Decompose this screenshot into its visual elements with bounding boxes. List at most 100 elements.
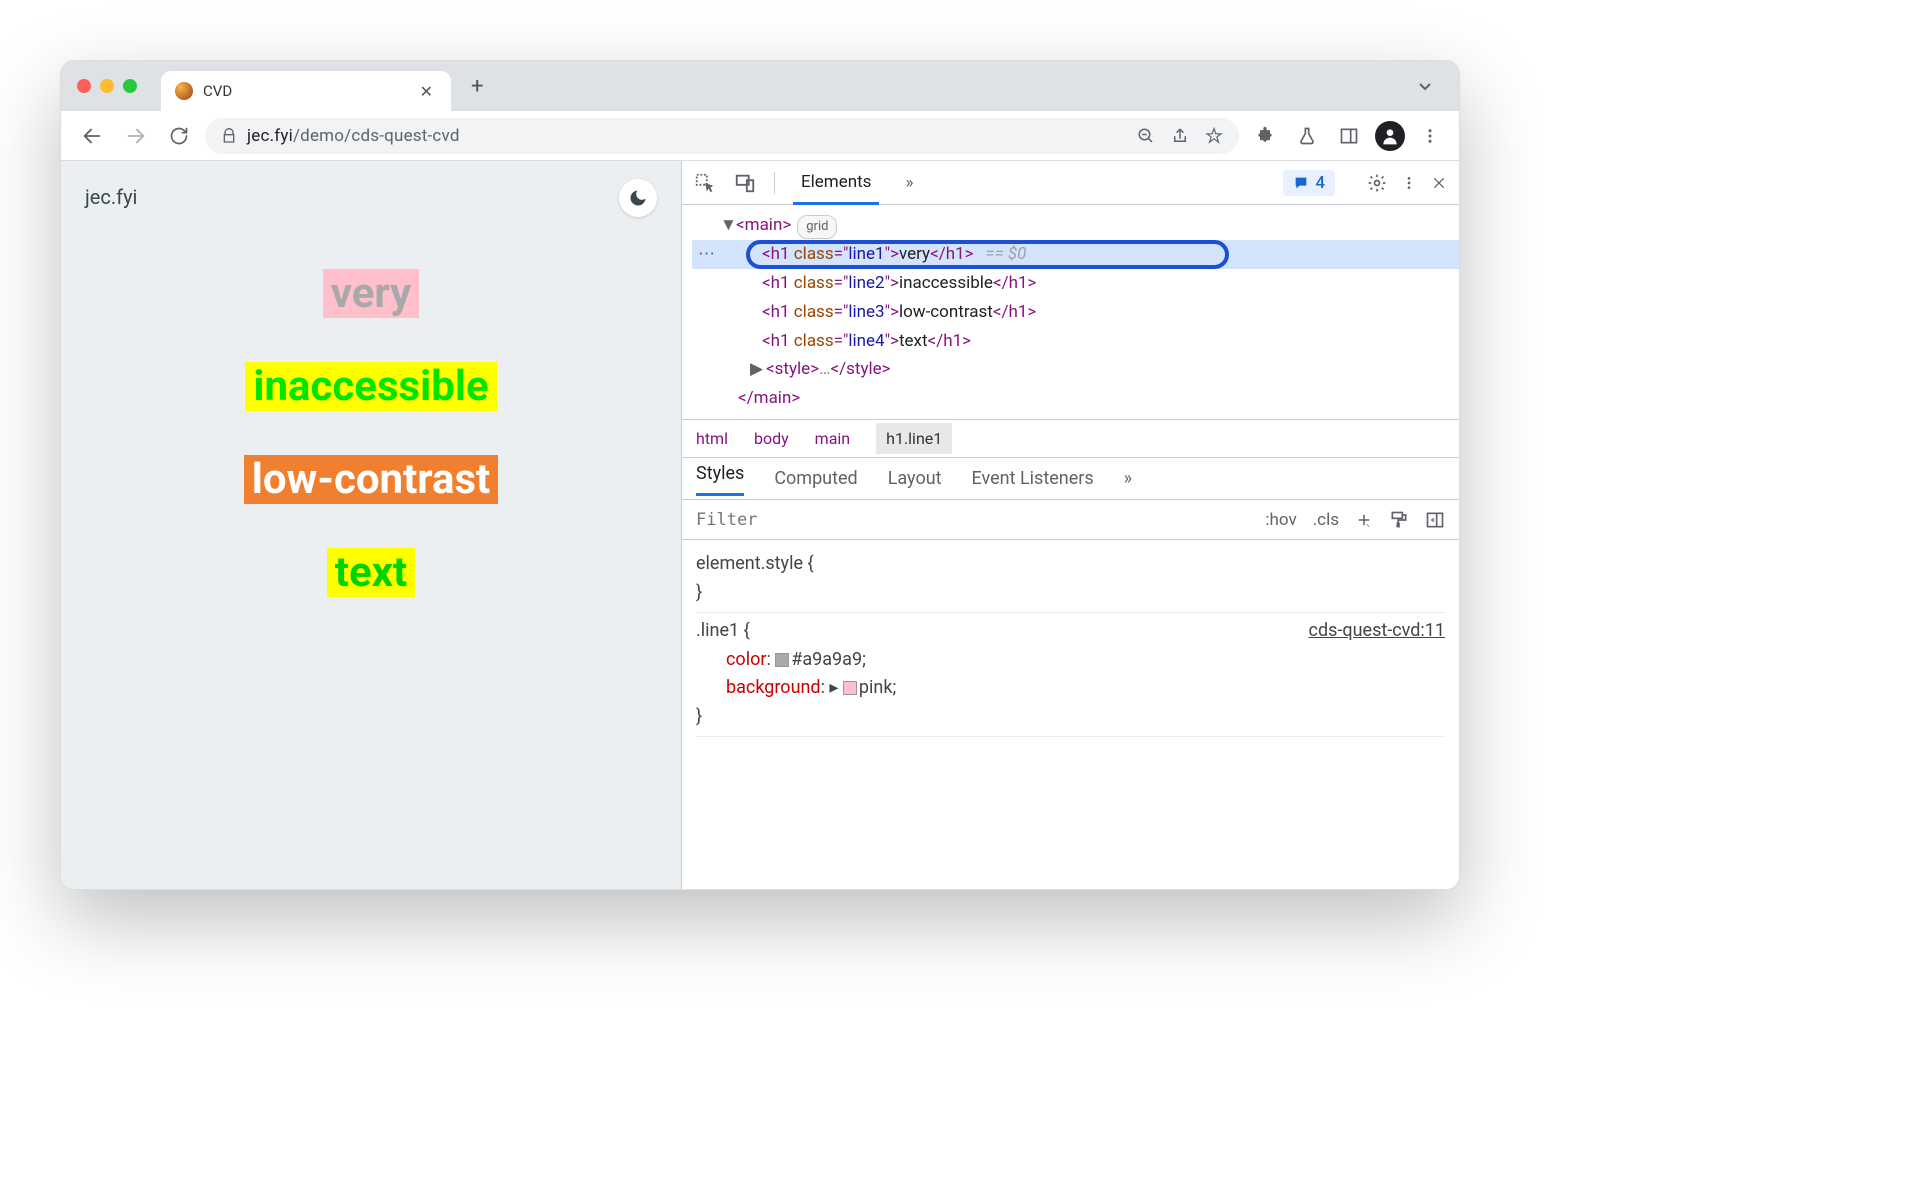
tab-eventlisteners[interactable]: Event Listeners (972, 468, 1094, 489)
close-devtools-button[interactable] (1431, 175, 1447, 191)
styles-filter-bar: :hov .cls (682, 500, 1459, 540)
color-swatch-icon[interactable] (843, 681, 857, 695)
favicon-icon (175, 82, 193, 100)
computed-panel-button[interactable] (1425, 510, 1445, 530)
toolbar: jec.fyi/demo/cds-quest-cvd (61, 111, 1459, 161)
paint-button[interactable] (1389, 510, 1409, 530)
tab-layout[interactable]: Layout (888, 468, 942, 489)
inspect-button[interactable] (694, 172, 716, 194)
line3-heading: low-contrast (244, 455, 499, 504)
crumb-main[interactable]: main (815, 429, 850, 448)
breadcrumbs: html body main h1.line1 (682, 420, 1459, 458)
dom-style[interactable]: ▶<style>…</style> (692, 355, 1459, 384)
plus-icon (1355, 511, 1373, 529)
tab-more[interactable]: » (897, 163, 921, 203)
class-toggle[interactable]: .cls (1313, 510, 1339, 530)
menu-button[interactable] (1415, 121, 1445, 151)
source-link[interactable]: cds-quest-cvd:11 (1309, 617, 1445, 646)
address-bar[interactable]: jec.fyi/demo/cds-quest-cvd (205, 118, 1239, 154)
user-icon (1380, 126, 1400, 146)
panel-icon (1339, 126, 1359, 146)
hover-toggle[interactable]: :hov (1265, 510, 1296, 530)
close-window-button[interactable] (77, 79, 91, 93)
devtools-menu-button[interactable] (1401, 175, 1417, 191)
content-area: jec.fyi very inaccessible low-contrast t… (61, 161, 1459, 889)
zoom-icon[interactable] (1137, 127, 1155, 145)
gear-icon (1367, 173, 1387, 193)
tab-dropdown-button[interactable] (1407, 78, 1443, 94)
reload-button[interactable] (163, 120, 195, 152)
window-controls (77, 79, 137, 93)
element-style-rule[interactable]: element.style { } (696, 546, 1445, 613)
line2-heading: inaccessible (245, 362, 496, 411)
tab-strip: CVD ✕ + (61, 61, 1459, 111)
chevron-down-icon (1417, 78, 1433, 94)
line1-rule[interactable]: .line1 {cds-quest-cvd:11 color: #a9a9a9;… (696, 613, 1445, 737)
browser-tab[interactable]: CVD ✕ (161, 71, 451, 111)
close-tab-button[interactable]: ✕ (416, 82, 437, 101)
arrow-right-icon (125, 125, 147, 147)
issues-button[interactable]: 4 (1283, 170, 1335, 196)
bookmark-icon[interactable] (1205, 127, 1223, 145)
extensions-button[interactable] (1249, 120, 1281, 152)
arrow-left-icon (81, 125, 103, 147)
flask-icon (1297, 126, 1317, 146)
panel-right-icon (1425, 510, 1445, 530)
selection-ring (746, 240, 1229, 269)
row-actions-icon[interactable]: ⋯ (698, 240, 717, 269)
minimize-window-button[interactable] (100, 79, 114, 93)
line4-heading: text (327, 548, 415, 597)
color-swatch-icon[interactable] (775, 653, 789, 667)
new-rule-button[interactable] (1355, 511, 1373, 529)
chat-icon (1293, 175, 1309, 191)
lock-icon (221, 128, 237, 144)
styles-more[interactable]: » (1124, 468, 1132, 489)
dom-h1-line4[interactable]: <h1 class="line4">text</h1> (692, 327, 1459, 356)
page-brand: jec.fyi (85, 185, 657, 209)
line1-heading: very (323, 269, 420, 318)
demo-content: very inaccessible low-contrast text (85, 269, 657, 597)
device-toggle-button[interactable] (734, 172, 756, 194)
kebab-icon (1421, 127, 1439, 145)
inspect-icon (694, 172, 716, 194)
moon-icon (628, 188, 648, 208)
puzzle-icon (1255, 126, 1275, 146)
crumb-h1[interactable]: h1.line1 (876, 423, 952, 454)
profile-button[interactable] (1375, 121, 1405, 151)
tab-computed[interactable]: Computed (774, 468, 857, 489)
tab-styles[interactable]: Styles (696, 463, 744, 496)
tab-elements[interactable]: Elements (793, 162, 879, 205)
dom-main-close[interactable]: </main> (692, 384, 1459, 413)
crumb-body[interactable]: body (754, 429, 789, 448)
side-panel-button[interactable] (1333, 120, 1365, 152)
styles-pane[interactable]: element.style { } .line1 {cds-quest-cvd:… (682, 540, 1459, 743)
settings-button[interactable] (1367, 173, 1387, 193)
devtools-toolbar: Elements » 4 (682, 161, 1459, 205)
forward-button[interactable] (119, 119, 153, 153)
maximize-window-button[interactable] (123, 79, 137, 93)
url-text: jec.fyi/demo/cds-quest-cvd (247, 126, 460, 146)
dom-main-open[interactable]: ▼<main>grid (692, 211, 1459, 240)
new-tab-button[interactable]: + (461, 74, 493, 99)
tab-title: CVD (203, 82, 406, 100)
dom-tree[interactable]: ▼<main>grid ⋯ <h1 class="line1">very</h1… (682, 205, 1459, 420)
crumb-html[interactable]: html (696, 429, 728, 448)
styles-tabs: Styles Computed Layout Event Listeners » (682, 458, 1459, 500)
theme-toggle-button[interactable] (619, 179, 657, 217)
issues-count: 4 (1315, 173, 1325, 193)
reload-icon (169, 126, 189, 146)
paint-icon (1389, 510, 1409, 530)
rendered-page: jec.fyi very inaccessible low-contrast t… (61, 161, 681, 889)
kebab-icon (1401, 175, 1417, 191)
dom-h1-line2[interactable]: <h1 class="line2">inaccessible</h1> (692, 269, 1459, 298)
devtools-panel: Elements » 4 ▼<main>grid ⋯ <h1 class="l (681, 161, 1459, 889)
dom-h1-line3[interactable]: <h1 class="line3">low-contrast</h1> (692, 298, 1459, 327)
styles-filter-input[interactable] (682, 510, 1251, 530)
back-button[interactable] (75, 119, 109, 153)
share-icon[interactable] (1171, 127, 1189, 145)
devices-icon (734, 172, 756, 194)
close-icon (1431, 175, 1447, 191)
browser-window: CVD ✕ + jec.fyi/demo/cds-quest-cvd (60, 60, 1460, 890)
dom-h1-line1[interactable]: ⋯ <h1 class="line1">very</h1>== $0 (692, 240, 1459, 269)
labs-button[interactable] (1291, 120, 1323, 152)
